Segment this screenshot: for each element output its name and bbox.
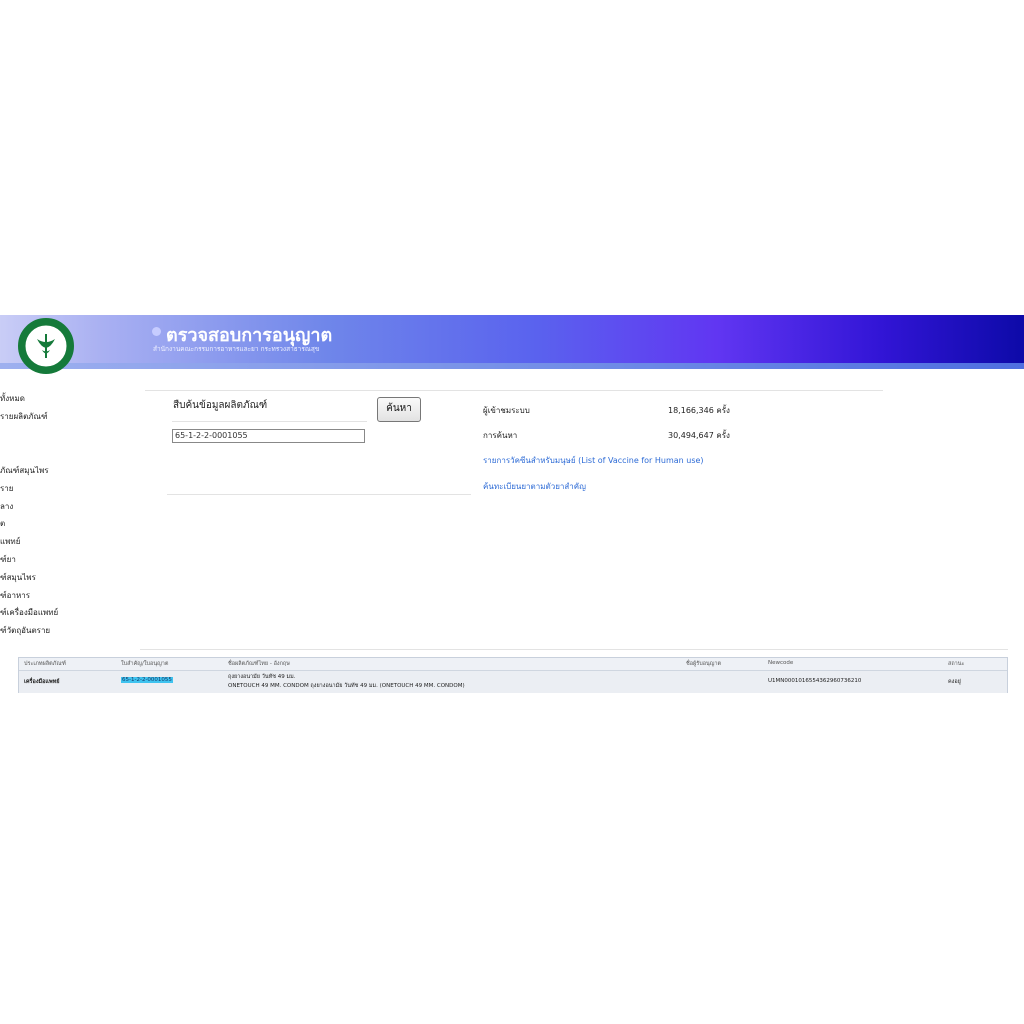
sidebar-item-all[interactable]: ทั้งหมด (0, 392, 25, 405)
col-type[interactable]: ประเภทผลิตภัณฑ์ (24, 660, 66, 668)
search-button[interactable]: ค้นหา (377, 397, 421, 422)
row-license[interactable]: 65-1-2-2-0001055 (121, 677, 173, 683)
col-newcode[interactable]: Newcode (768, 660, 793, 666)
sidebar-item-2[interactable]: ราย (0, 482, 13, 495)
header-banner (0, 315, 1024, 363)
searches-label: การค้นหา (483, 431, 518, 440)
results-divider (140, 649, 1008, 650)
row-name-en: ONETOUCH 49 MM. CONDOM ถุงยางอนามัย วันท… (228, 683, 465, 689)
search-title: สืบค้นข้อมูลผลิตภัณฑ์ (173, 400, 268, 411)
sidebar-item-medical[interactable]: แพทย์ (0, 535, 20, 548)
sidebar-item-food[interactable]: ฑ์อาหาร (0, 589, 30, 602)
sidebar-item-3[interactable]: ลาง (0, 500, 13, 513)
col-license[interactable]: ใบสำคัญ/ใบอนุญาต (121, 660, 168, 668)
title-dot-icon (152, 327, 161, 336)
col-name[interactable]: ชื่อผลิตภัณฑ์ไทย - อังกฤษ (228, 660, 290, 668)
col-licensee[interactable]: ชื่อผู้รับอนุญาต (686, 660, 721, 668)
ministry-logo (18, 318, 74, 374)
table-row[interactable]: เครื่องมือแพทย์ 65-1-2-2-0001055 ถุงยางอ… (19, 671, 1007, 693)
row-name-th: ถุงยางอนามัย วันทัช 49 มม. (228, 674, 296, 680)
search-input[interactable]: 65-1-2-2-0001055 (172, 429, 365, 443)
sidebar-item-drug[interactable]: ฑ์ยา (0, 553, 16, 566)
sidebar-item-herbal[interactable]: ฑ์สมุนไพร (0, 571, 36, 584)
drug-search-link[interactable]: ค้นทะเบียนยาตามตัวยาสำคัญ (483, 480, 586, 493)
searches-value: 30,494,647 ครั้ง (668, 431, 730, 440)
results-table: ประเภทผลิตภัณฑ์ ใบสำคัญ/ใบอนุญาต ชื่อผลิ… (18, 657, 1008, 693)
sidebar-item-product[interactable]: รายผลิตภัณฑ์ (0, 410, 48, 423)
top-divider (145, 390, 883, 391)
search-bottom-divider (167, 494, 471, 495)
row-status: คงอยู่ (948, 679, 961, 685)
vaccine-list-link[interactable]: รายการวัคซีนสำหรับมนุษย์ (List of Vaccin… (483, 454, 704, 467)
header-strip (0, 363, 1024, 369)
sidebar-item-herbal-products[interactable]: ภัณฑ์สมุนไพร (0, 464, 49, 477)
sidebar-item-hazardous[interactable]: ฑ์วัตถุอันตราย (0, 624, 50, 637)
page-subtitle: สำนักงานคณะกรรมการอาหารและยา กระทรวงสาธา… (153, 345, 320, 353)
row-license-highlight: 65-1-2-2-0001055 (121, 677, 173, 683)
table-header: ประเภทผลิตภัณฑ์ ใบสำคัญ/ใบอนุญาต ชื่อผลิ… (19, 658, 1007, 671)
row-type: เครื่องมือแพทย์ (24, 679, 60, 685)
visitors-label: ผู้เข้าชมระบบ (483, 406, 530, 415)
row-newcode: U1MN0001016554362960736210 (768, 678, 862, 684)
sidebar-item-medical-device[interactable]: ฑ์เครื่องมือแพทย์ (0, 606, 58, 619)
sidebar-item-4[interactable]: ต (0, 517, 5, 530)
visitors-value: 18,166,346 ครั้ง (668, 406, 730, 415)
search-title-divider (172, 421, 367, 422)
col-status[interactable]: สถานะ (948, 660, 965, 668)
